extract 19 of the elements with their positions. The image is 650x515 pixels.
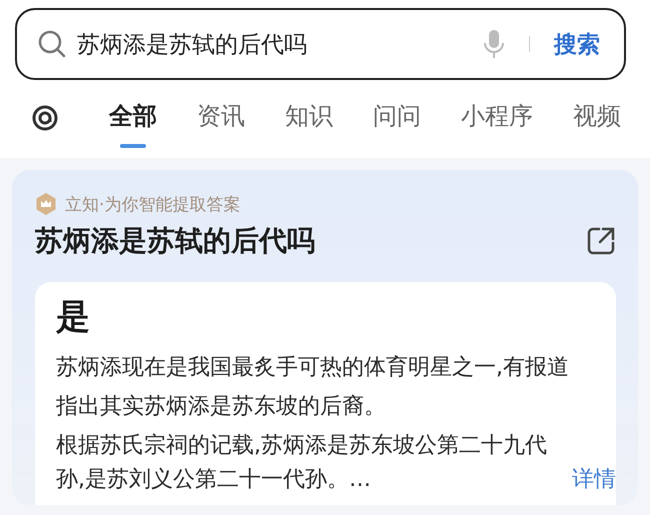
answer-title: 苏炳添是苏轼的后代吗 <box>35 223 315 259</box>
tab[interactable]: 全部 <box>109 100 157 152</box>
answer-paragraph: 苏炳添现在是我国最炙手可热的体育明星之一,有报道指出其实苏炳添是苏东坡的后裔。 <box>56 354 570 421</box>
tab[interactable]: 资讯 <box>197 100 245 152</box>
tab[interactable]: 问问 <box>373 100 421 152</box>
source-label: 立知·为你智能提取答案 <box>65 194 240 216</box>
details-link[interactable]: 详情 <box>572 465 616 495</box>
search-field[interactable]: 苏炳添是苏轼的后代吗 <box>77 31 472 57</box>
tab[interactable]: 知识 <box>285 100 333 152</box>
answer-verdict: 是 <box>56 296 91 339</box>
search-button[interactable]: 搜索 <box>554 28 600 60</box>
share-icon[interactable] <box>586 226 616 256</box>
answer-paragraph: 根据苏氏宗祠的记载,苏炳添是苏东坡公第二十九代 <box>56 432 548 460</box>
tab[interactable]: 视频 <box>573 100 621 152</box>
search-icon <box>37 29 67 59</box>
at-circle-icon[interactable] <box>31 104 59 132</box>
tab[interactable]: 小程序 <box>461 100 533 152</box>
answer-text-line: 孙,是苏刘义公第二十一代孙。… <box>56 466 371 494</box>
crown-icon <box>35 192 57 216</box>
